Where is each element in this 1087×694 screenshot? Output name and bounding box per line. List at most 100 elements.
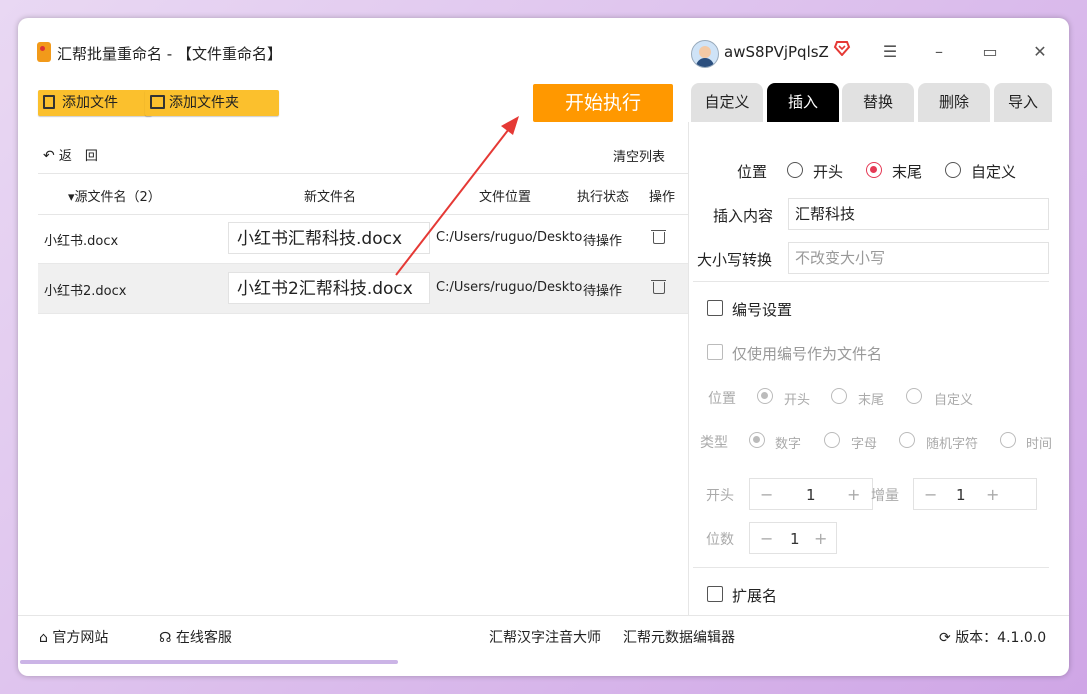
app-logo-icon <box>37 42 51 62</box>
only-number-label: 仅使用编号作为文件名 <box>732 345 883 363</box>
add-folder-button[interactable]: 添加文件夹 <box>145 90 279 116</box>
num-radio-end[interactable] <box>831 388 847 404</box>
digits-value: 1 <box>790 530 800 548</box>
delete-icon[interactable] <box>651 279 666 295</box>
start-button[interactable]: 开始执行 <box>533 84 673 122</box>
insert-content-input[interactable]: 汇帮科技 <box>788 198 1049 230</box>
source-filename: 小红书.docx <box>44 234 119 249</box>
num-radio-end-label: 末尾 <box>858 393 885 408</box>
increment-button[interactable]: + <box>986 485 999 504</box>
title-bar: 汇帮批量重命名 - 【文件重命名】 awS8PVjPqlsZ ☰ – ▭ ✕ <box>18 18 1069 78</box>
type-number-label: 数字 <box>775 437 802 452</box>
radio-end[interactable] <box>866 162 882 178</box>
radio-custom-label: 自定义 <box>971 163 1017 181</box>
numbering-checkbox[interactable] <box>707 300 723 316</box>
position-label: 位置 <box>737 163 768 181</box>
website-label: 官方网站 <box>52 630 109 646</box>
num-radio-start-label: 开头 <box>784 393 811 408</box>
type-radio-random[interactable] <box>899 432 915 448</box>
file-icon <box>43 95 55 109</box>
username[interactable]: awS8PVjPqlsZ <box>724 43 829 61</box>
divider <box>693 281 1049 282</box>
back-label: 返 回 <box>58 149 98 164</box>
extension-label: 扩展名 <box>732 587 778 605</box>
type-letter-label: 字母 <box>851 437 878 452</box>
footer: ⌂ 官方网站 ☊ 在线客服 汇帮汉字注音大师 汇帮元数据编辑器 ⟳ 版本：4.1… <box>18 615 1069 656</box>
version-info[interactable]: ⟳ 版本：4.1.0.0 <box>939 627 1046 647</box>
folder-plus-icon <box>150 95 165 109</box>
case-label: 大小写转换 <box>697 251 773 269</box>
annotation-arrow <box>395 116 519 276</box>
num-radio-custom[interactable] <box>906 388 922 404</box>
type-random-label: 随机字符 <box>926 437 979 452</box>
window-title: 汇帮批量重命名 - 【文件重命名】 <box>57 45 282 63</box>
num-position-label: 位置 <box>708 391 736 407</box>
digits-stepper[interactable]: − 1 + <box>749 522 837 554</box>
decrement-button[interactable]: − <box>924 485 937 504</box>
status-text: 待操作 <box>583 234 623 249</box>
add-folder-label: 添加文件夹 <box>169 95 239 111</box>
tab-insert[interactable]: 插入 <box>767 83 839 122</box>
start-value: 1 <box>806 486 816 504</box>
panel-divider <box>688 122 689 616</box>
user-avatar[interactable] <box>691 40 719 68</box>
status-text: 待操作 <box>583 284 623 299</box>
version-label: 版本：4.1.0.0 <box>955 630 1047 646</box>
source-filename: 小红书2.docx <box>44 284 127 299</box>
service-label: 在线客服 <box>175 630 232 646</box>
pinyin-tool-link[interactable]: 汇帮汉字注音大师 <box>489 627 601 647</box>
delete-icon[interactable] <box>651 229 666 245</box>
num-radio-custom-label: 自定义 <box>934 393 974 408</box>
only-number-checkbox[interactable] <box>707 344 723 360</box>
increment-stepper[interactable]: − 1 + <box>913 478 1037 510</box>
digits-label: 位数 <box>706 532 734 548</box>
col-source[interactable]: ▾源文件名（2） <box>68 186 161 205</box>
insert-content-label: 插入内容 <box>713 207 774 225</box>
headset-icon: ☊ <box>159 630 172 646</box>
num-radio-start[interactable] <box>757 388 773 404</box>
tab-import[interactable]: 导入 <box>994 83 1052 122</box>
metadata-editor-link[interactable]: 汇帮元数据编辑器 <box>623 627 735 647</box>
minimize-button[interactable]: – <box>924 40 954 64</box>
maximize-button[interactable]: ▭ <box>975 40 1005 64</box>
service-link[interactable]: ☊ 在线客服 <box>159 627 232 647</box>
tab-delete[interactable]: 删除 <box>918 83 990 122</box>
radio-end-label: 末尾 <box>892 163 923 181</box>
numbering-label: 编号设置 <box>732 301 793 319</box>
radio-custom[interactable] <box>945 162 961 178</box>
add-file-label: 添加文件 <box>62 95 118 111</box>
decrement-button[interactable]: − <box>760 485 773 504</box>
start-stepper[interactable]: − 1 + <box>749 478 873 510</box>
divider <box>693 567 1049 568</box>
type-radio-time[interactable] <box>1000 432 1016 448</box>
type-time-label: 时间 <box>1026 437 1051 452</box>
back-button[interactable]: ↶ 返 回 <box>43 145 98 164</box>
extension-checkbox[interactable] <box>707 586 723 602</box>
tab-custom[interactable]: 自定义 <box>691 83 763 122</box>
radio-start[interactable] <box>787 162 803 178</box>
app-window: 汇帮批量重命名 - 【文件重命名】 awS8PVjPqlsZ ☰ – ▭ ✕ 添… <box>18 18 1069 676</box>
close-button[interactable]: ✕ <box>1025 40 1055 64</box>
horizontal-scrollbar[interactable] <box>20 660 398 664</box>
case-select[interactable]: 不改变大小写 <box>788 242 1049 274</box>
table-row[interactable]: 小红书2.docx 小红书2汇帮科技.docx C:/Users/ruguo/D… <box>38 264 688 314</box>
add-file-button[interactable]: 添加文件 <box>38 90 152 116</box>
vip-heart-icon[interactable] <box>833 40 851 60</box>
increment-button[interactable]: + <box>814 529 827 548</box>
table-row[interactable]: 小红书.docx 小红书汇帮科技.docx C:/Users/ruguo/Des… <box>38 214 688 264</box>
tab-replace[interactable]: 替换 <box>842 83 914 122</box>
increment-button[interactable]: + <box>847 485 860 504</box>
menu-icon[interactable]: ☰ <box>875 40 905 64</box>
home-icon: ⌂ <box>39 630 48 646</box>
increment-label: 增量 <box>871 488 899 504</box>
type-radio-letter[interactable] <box>824 432 840 448</box>
clear-list-button[interactable]: 清空列表 <box>613 146 665 165</box>
website-link[interactable]: ⌂ 官方网站 <box>39 627 108 647</box>
col-new-name: 新文件名 <box>304 190 357 205</box>
decrement-button[interactable]: − <box>760 529 773 548</box>
radio-start-label: 开头 <box>813 163 844 181</box>
start-label: 开头 <box>706 488 734 504</box>
table-header: ▾源文件名（2） 新文件名 文件位置 执行状态 操作 <box>38 173 688 215</box>
type-radio-number[interactable] <box>749 432 765 448</box>
refresh-icon: ⟳ <box>939 630 951 646</box>
